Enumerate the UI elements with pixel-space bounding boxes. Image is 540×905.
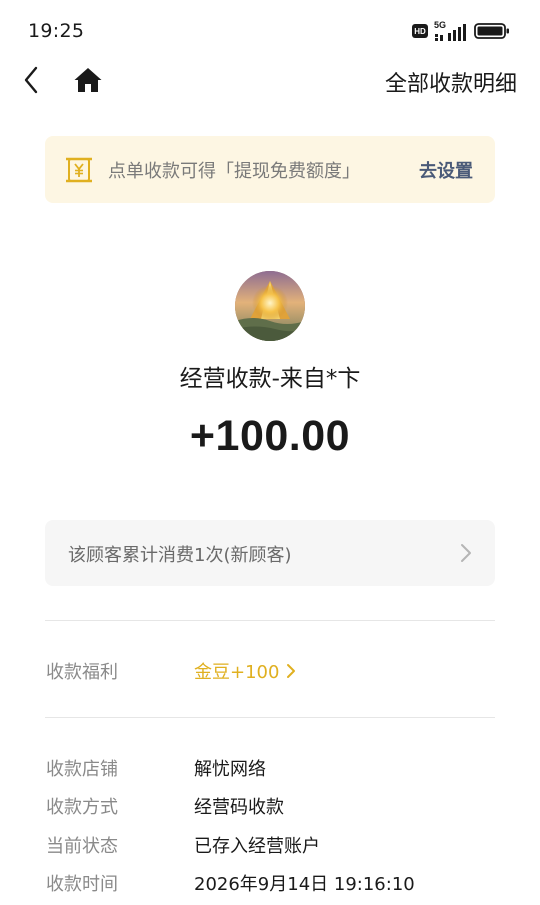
payer-name: 经营收款-来自*卞 — [179, 366, 361, 392]
payment-detail-screen: 19:25 HD 5G 全部收款明细 点单收款可得「提现免费额度」 去设置 经营… — [0, 0, 540, 905]
home-button[interactable] — [70, 63, 106, 97]
time-value: 2026年9月14日 19:16:10 — [194, 874, 415, 895]
back-arrow-icon — [23, 66, 39, 94]
benefit-value: 金豆+100 — [194, 662, 280, 683]
benefit-label: 收款福利 — [46, 662, 118, 683]
time-label: 收款时间 — [46, 874, 118, 895]
status-bar: 19:25 HD 5G — [0, 0, 540, 62]
divider — [45, 620, 495, 621]
battery-icon — [474, 22, 510, 40]
back-button[interactable] — [14, 63, 48, 97]
chevron-right-icon — [459, 542, 473, 564]
status-value: 已存入经营账户 — [194, 836, 320, 857]
avatar — [235, 271, 305, 341]
store-label: 收款店铺 — [46, 759, 118, 780]
banner-text: 点单收款可得「提现免费额度」 — [108, 161, 360, 182]
benefit-link[interactable]: 金豆+100 — [194, 658, 296, 684]
banner-settings-button[interactable]: 去设置 — [419, 157, 473, 183]
promo-banner[interactable]: 点单收款可得「提现免费额度」 去设置 — [45, 136, 495, 203]
method-value: 经营码收款 — [194, 797, 284, 818]
store-value: 解忧网络 — [194, 759, 266, 780]
chevron-right-icon — [286, 663, 296, 679]
nav-bar: 全部收款明细 — [0, 55, 540, 105]
status-time: 19:25 — [28, 20, 85, 42]
customer-history-text: 该顾客累计消费1次(新顾客) — [68, 545, 292, 566]
payment-amount: +100.00 — [189, 412, 351, 460]
signal-5g-icon: 5G — [434, 20, 468, 42]
customer-history-card[interactable]: 该顾客累计消费1次(新顾客) — [45, 520, 495, 586]
method-label: 收款方式 — [46, 797, 118, 818]
divider — [45, 717, 495, 718]
home-icon — [73, 66, 103, 94]
hd-icon: HD — [412, 24, 428, 38]
status-label: 当前状态 — [46, 836, 118, 857]
all-receipts-link[interactable]: 全部收款明细 — [385, 66, 517, 98]
yuan-note-icon — [64, 155, 94, 185]
status-icons: HD 5G — [412, 20, 510, 42]
